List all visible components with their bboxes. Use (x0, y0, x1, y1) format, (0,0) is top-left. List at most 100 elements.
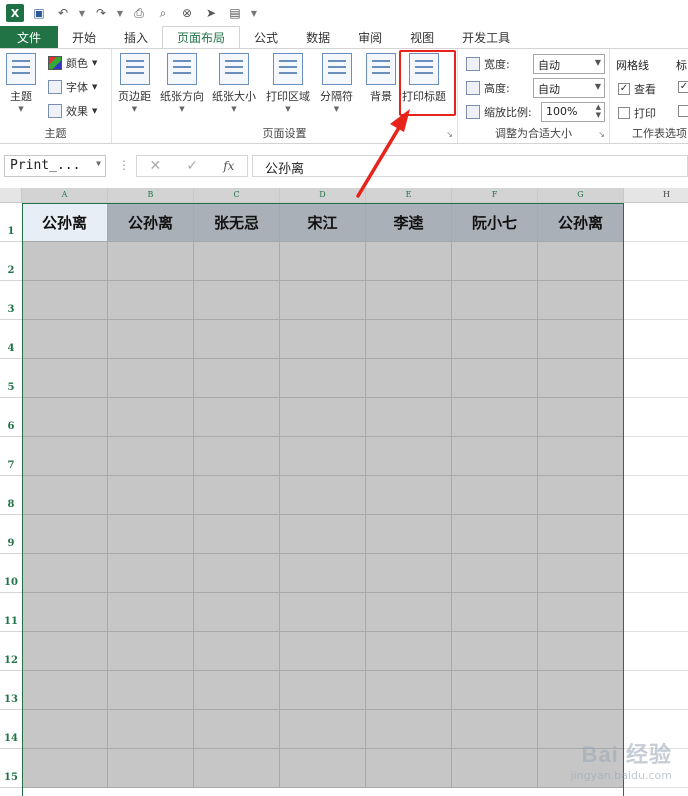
cell-h7[interactable] (624, 437, 688, 476)
column-header-d[interactable]: D (280, 188, 366, 203)
cell-c9[interactable] (194, 515, 280, 554)
row-header-3[interactable]: 3 (0, 281, 22, 320)
cell-a4[interactable] (22, 320, 108, 359)
cancel-icon[interactable]: ✕ (150, 158, 162, 174)
cell-a1[interactable]: 公孙离 (22, 203, 108, 242)
cell-b8[interactable] (108, 476, 194, 515)
orientation-button[interactable]: 纸张方向 ▼ (160, 53, 204, 113)
cell-e3[interactable] (366, 281, 452, 320)
view-icon[interactable]: ▤ (226, 4, 244, 22)
margins-button[interactable]: 页边距 ▼ (118, 53, 151, 113)
cell-c6[interactable] (194, 398, 280, 437)
cell-a5[interactable] (22, 359, 108, 398)
cell-b4[interactable] (108, 320, 194, 359)
cell-b1[interactable]: 公孙离 (108, 203, 194, 242)
cell-a2[interactable] (22, 242, 108, 281)
cell-d4[interactable] (280, 320, 366, 359)
row-header-5[interactable]: 5 (0, 359, 22, 398)
cell-h13[interactable] (624, 671, 688, 710)
cell-g6[interactable] (538, 398, 624, 437)
column-header-e[interactable]: E (366, 188, 452, 203)
cell-e2[interactable] (366, 242, 452, 281)
cell-f11[interactable] (452, 593, 538, 632)
cell-e7[interactable] (366, 437, 452, 476)
cell-h1[interactable] (624, 203, 688, 242)
cell-g4[interactable] (538, 320, 624, 359)
cell-b11[interactable] (108, 593, 194, 632)
row-header-9[interactable]: 9 (0, 515, 22, 554)
tab-file[interactable]: 文件 (0, 26, 58, 48)
cell-f12[interactable] (452, 632, 538, 671)
cell-f10[interactable] (452, 554, 538, 593)
cell-e5[interactable] (366, 359, 452, 398)
cell-a11[interactable] (22, 593, 108, 632)
cell-b7[interactable] (108, 437, 194, 476)
cell-c15[interactable] (194, 749, 280, 788)
tab-data[interactable]: 数据 (292, 26, 344, 48)
cell-d7[interactable] (280, 437, 366, 476)
cell-b9[interactable] (108, 515, 194, 554)
cell-d14[interactable] (280, 710, 366, 749)
row-header-6[interactable]: 6 (0, 398, 22, 437)
cell-a13[interactable] (22, 671, 108, 710)
tab-view[interactable]: 视图 (396, 26, 448, 48)
row-header-11[interactable]: 11 (0, 593, 22, 632)
cell-f1[interactable]: 阮小七 (452, 203, 538, 242)
cell-h3[interactable] (624, 281, 688, 320)
undo-icon[interactable]: ↶ (54, 4, 72, 22)
cell-d5[interactable] (280, 359, 366, 398)
cell-f7[interactable] (452, 437, 538, 476)
tab-formulas[interactable]: 公式 (240, 26, 292, 48)
cell-d8[interactable] (280, 476, 366, 515)
cell-g12[interactable] (538, 632, 624, 671)
cell-a14[interactable] (22, 710, 108, 749)
cell-g10[interactable] (538, 554, 624, 593)
cell-h4[interactable] (624, 320, 688, 359)
cell-e6[interactable] (366, 398, 452, 437)
cell-h2[interactable] (624, 242, 688, 281)
cell-g1[interactable]: 公孙离 (538, 203, 624, 242)
cell-e1[interactable]: 李逵 (366, 203, 452, 242)
cell-b5[interactable] (108, 359, 194, 398)
cell-e12[interactable] (366, 632, 452, 671)
cell-h6[interactable] (624, 398, 688, 437)
column-header-g[interactable]: G (538, 188, 624, 203)
cell-f15[interactable] (452, 749, 538, 788)
cell-a9[interactable] (22, 515, 108, 554)
cell-d9[interactable] (280, 515, 366, 554)
width-select[interactable]: 自动 ▼ (533, 54, 605, 74)
cell-f13[interactable] (452, 671, 538, 710)
cell-g2[interactable] (538, 242, 624, 281)
cell-g11[interactable] (538, 593, 624, 632)
close-doc-icon[interactable]: ⊗ (178, 4, 196, 22)
tab-review[interactable]: 审阅 (344, 26, 396, 48)
cell-f3[interactable] (452, 281, 538, 320)
cell-d15[interactable] (280, 749, 366, 788)
cell-c4[interactable] (194, 320, 280, 359)
cell-a12[interactable] (22, 632, 108, 671)
headings-view-checkbox[interactable]: ✓ (678, 81, 688, 93)
send-icon[interactable]: ➤ (202, 4, 220, 22)
scale-spinner[interactable]: 100% ▲ ▼ (541, 102, 605, 122)
tab-home[interactable]: 开始 (58, 26, 110, 48)
cell-e14[interactable] (366, 710, 452, 749)
size-button[interactable]: 纸张大小 ▼ (212, 53, 256, 113)
customize-qat-icon[interactable]: ▼ (250, 4, 258, 22)
save-icon[interactable]: ▣ (30, 4, 48, 22)
breaks-button[interactable]: 分隔符 ▼ (320, 53, 353, 113)
row-header-2[interactable]: 2 (0, 242, 22, 281)
cell-g8[interactable] (538, 476, 624, 515)
dialog-launcher-icon[interactable]: ↘ (446, 130, 453, 139)
print-area-button[interactable]: 打印区域 ▼ (266, 53, 310, 113)
find-icon[interactable]: ⌕ (154, 4, 172, 22)
fonts-button[interactable]: 字体 ▼ (48, 79, 97, 95)
row-header-8[interactable]: 8 (0, 476, 22, 515)
cell-a3[interactable] (22, 281, 108, 320)
cell-b13[interactable] (108, 671, 194, 710)
cell-d6[interactable] (280, 398, 366, 437)
cell-d10[interactable] (280, 554, 366, 593)
undo-dropdown-icon[interactable]: ▼ (78, 4, 86, 22)
row-header-13[interactable]: 13 (0, 671, 22, 710)
cell-d3[interactable] (280, 281, 366, 320)
column-header-a[interactable]: A (22, 188, 108, 203)
